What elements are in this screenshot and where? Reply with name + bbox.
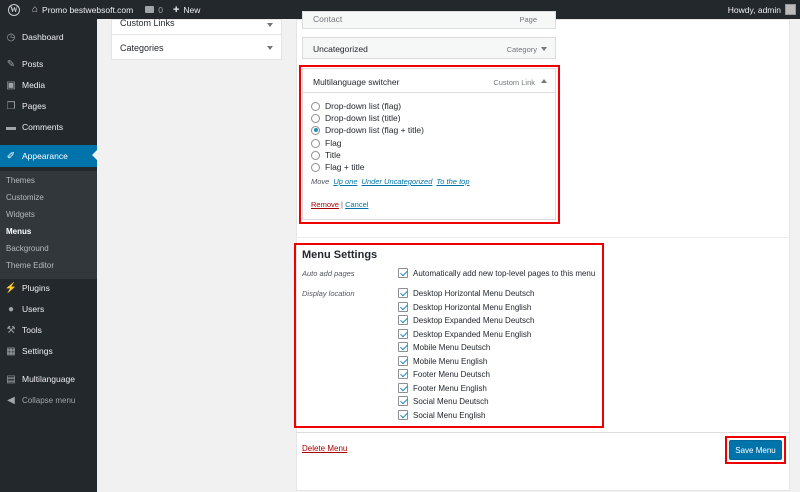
howdy-text: Howdy, admin: [727, 4, 781, 15]
brush-icon: ✐: [6, 150, 16, 162]
plugin-icon: ⚡: [4, 282, 18, 294]
sidebar-item-appearance[interactable]: ✐ Appearance: [0, 145, 97, 167]
sidebar-item-dashboard[interactable]: ◷ Dashboard: [0, 27, 97, 47]
sidebar-item-tools[interactable]: ⚒ Tools: [0, 320, 97, 340]
appearance-submenu: Themes Customize Widgets Menus Backgroun…: [0, 171, 97, 279]
pin-icon: ✎: [6, 58, 16, 70]
menu-item-title: Contact: [313, 14, 343, 24]
highlight-box-menu-settings: [294, 243, 604, 428]
admin-sidebar: ◷ Dashboard ✎ Posts ▣ Media ❐ Pages ▬ Co…: [0, 19, 97, 492]
submenu-item-widgets[interactable]: Widgets: [6, 210, 35, 219]
sidebar-item-comments[interactable]: ▬ Comments: [0, 117, 97, 137]
highlight-box-save: [725, 436, 786, 464]
home-icon: ⌂: [32, 4, 39, 15]
categories-box[interactable]: Categories: [111, 34, 282, 60]
submenu-item-customize[interactable]: Customize: [6, 193, 44, 202]
sidebar-item-media[interactable]: ▣ Media: [0, 75, 97, 95]
sidebar-item-label: Comments: [22, 122, 64, 132]
menu-item-title: Uncategorized: [313, 44, 368, 54]
avatar: [785, 4, 796, 15]
submenu-item-menus[interactable]: Menus: [6, 227, 31, 236]
sidebar-item-label: Appearance: [22, 151, 68, 161]
comment-bubble-icon: [145, 6, 155, 13]
sidebar-item-label: Settings: [22, 346, 53, 356]
comments-link[interactable]: 0: [145, 5, 163, 15]
sidebar-item-label: Collapse menu: [22, 395, 76, 405]
sidebar-item-posts[interactable]: ✎ Posts: [0, 54, 97, 74]
highlight-box-switcher: [299, 65, 560, 224]
wrench-icon: ⚒: [6, 324, 16, 336]
plus-icon: +: [172, 3, 180, 16]
menu-item-contact[interactable]: Contact Page: [302, 11, 556, 29]
sidebar-item-multilanguage[interactable]: ▤ Multilanguage: [0, 369, 97, 389]
new-content-link[interactable]: + New: [173, 4, 200, 16]
custom-links-box[interactable]: Custom Links: [111, 18, 282, 35]
sidebar-item-label: Pages: [22, 101, 47, 111]
sidebar-collapse-menu[interactable]: ◀ Collapse menu: [0, 390, 97, 410]
menu-item-type: Category: [506, 45, 537, 54]
submenu-item-background[interactable]: Background: [6, 244, 49, 253]
users-icon: ●: [7, 303, 15, 315]
dashboard-icon: ◷: [6, 31, 16, 43]
sidebar-item-label: Multilanguage: [22, 374, 75, 384]
categories-heading: Categories: [120, 43, 164, 53]
footer-divider: [296, 432, 790, 433]
comments-count: 0: [158, 4, 163, 15]
sidebar-item-pages[interactable]: ❐ Pages: [0, 96, 97, 116]
wordpress-icon: W: [8, 3, 20, 16]
sidebar-item-settings[interactable]: ▦ Settings: [0, 341, 97, 361]
pages-icon: ❐: [6, 100, 16, 112]
custom-links-heading: Custom Links: [120, 18, 175, 28]
account-menu[interactable]: Howdy, admin: [728, 0, 796, 19]
divider: [296, 237, 790, 238]
chevron-down-icon[interactable]: [267, 46, 273, 50]
sidebar-item-label: Plugins: [22, 283, 50, 293]
chevron-down-icon[interactable]: [541, 47, 547, 51]
sidebar-item-label: Media: [22, 80, 46, 90]
submenu-item-themes[interactable]: Themes: [6, 176, 35, 185]
site-name-link[interactable]: ⌂ Promo bestwebsoft.com: [32, 4, 133, 15]
menu-item-type: Page: [519, 15, 537, 24]
sidebar-item-label: Posts: [22, 59, 44, 69]
new-label: New: [183, 4, 201, 15]
delete-menu-link[interactable]: Delete Menu: [302, 444, 347, 453]
collapse-icon: ◀: [7, 394, 15, 406]
sidebar-item-plugins[interactable]: ⚡ Plugins: [0, 278, 97, 298]
sidebar-item-label: Tools: [22, 325, 42, 335]
settings-icon: ▦: [6, 345, 16, 357]
media-icon: ▣: [6, 79, 16, 91]
menu-item-uncategorized[interactable]: Uncategorized Category: [302, 37, 556, 59]
multilanguage-icon: ▤: [6, 373, 16, 385]
comments-icon: ▬: [6, 121, 16, 133]
wordpress-logo[interactable]: W: [8, 3, 20, 16]
sidebar-item-users[interactable]: ● Users: [0, 299, 97, 319]
site-name: Promo bestwebsoft.com: [42, 4, 134, 15]
sidebar-item-label: Users: [22, 304, 45, 314]
submenu-item-theme-editor[interactable]: Theme Editor: [6, 261, 54, 270]
chevron-down-icon[interactable]: [267, 23, 273, 27]
sidebar-item-label: Dashboard: [22, 32, 64, 42]
